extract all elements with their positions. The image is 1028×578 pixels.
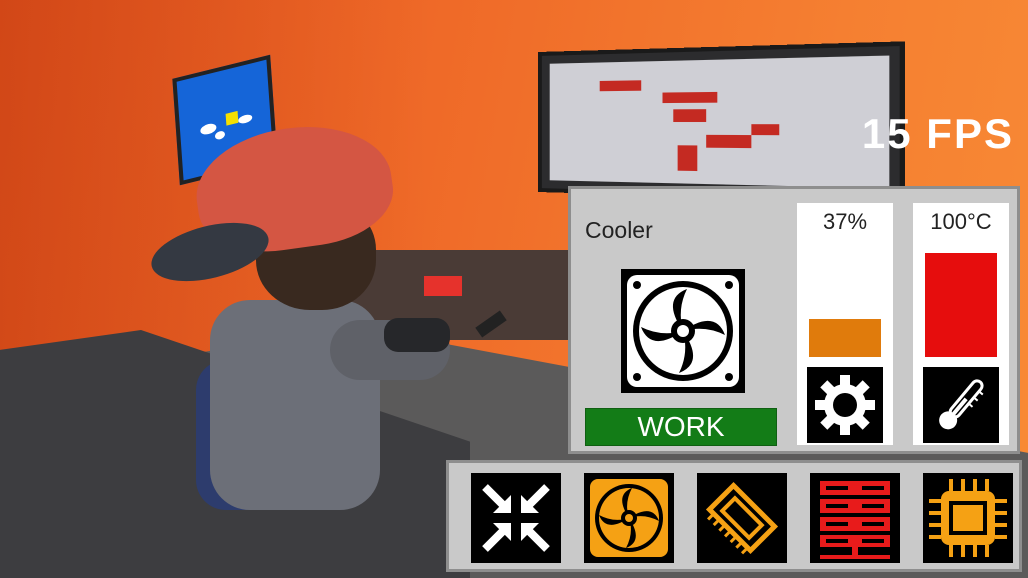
cooler-panel: Cooler WORK 37% 100°C bbox=[568, 186, 1020, 454]
fps-counter: 15 FPS bbox=[861, 110, 1014, 157]
usage-bar bbox=[809, 253, 881, 357]
collapse-arrows-icon[interactable] bbox=[471, 473, 561, 563]
ram-chip-icon[interactable] bbox=[697, 473, 787, 563]
red-box bbox=[424, 276, 462, 296]
tv-screen bbox=[549, 55, 890, 189]
cpu-icon[interactable] bbox=[923, 473, 1013, 563]
temperature-bar bbox=[925, 253, 997, 357]
usage-column: 37% bbox=[797, 203, 893, 445]
wall-tv bbox=[538, 41, 905, 203]
usage-label: 37% bbox=[822, 209, 868, 234]
temperature-label: 100°C bbox=[930, 209, 992, 234]
thermometer-icon[interactable] bbox=[923, 367, 999, 443]
bottom-toolbar bbox=[446, 460, 1022, 572]
temperature-bar-fill bbox=[925, 253, 997, 357]
server-rack-icon[interactable] bbox=[810, 473, 900, 563]
gamepad bbox=[384, 318, 450, 352]
work-status-button[interactable]: WORK bbox=[585, 408, 777, 446]
panel-title: Cooler bbox=[585, 217, 653, 243]
cooler-fan-icon[interactable] bbox=[584, 473, 674, 563]
fan-icon bbox=[621, 269, 745, 393]
usage-bar-fill bbox=[809, 318, 881, 357]
temperature-column: 100°C bbox=[913, 203, 1009, 445]
gear-icon[interactable] bbox=[807, 367, 883, 443]
